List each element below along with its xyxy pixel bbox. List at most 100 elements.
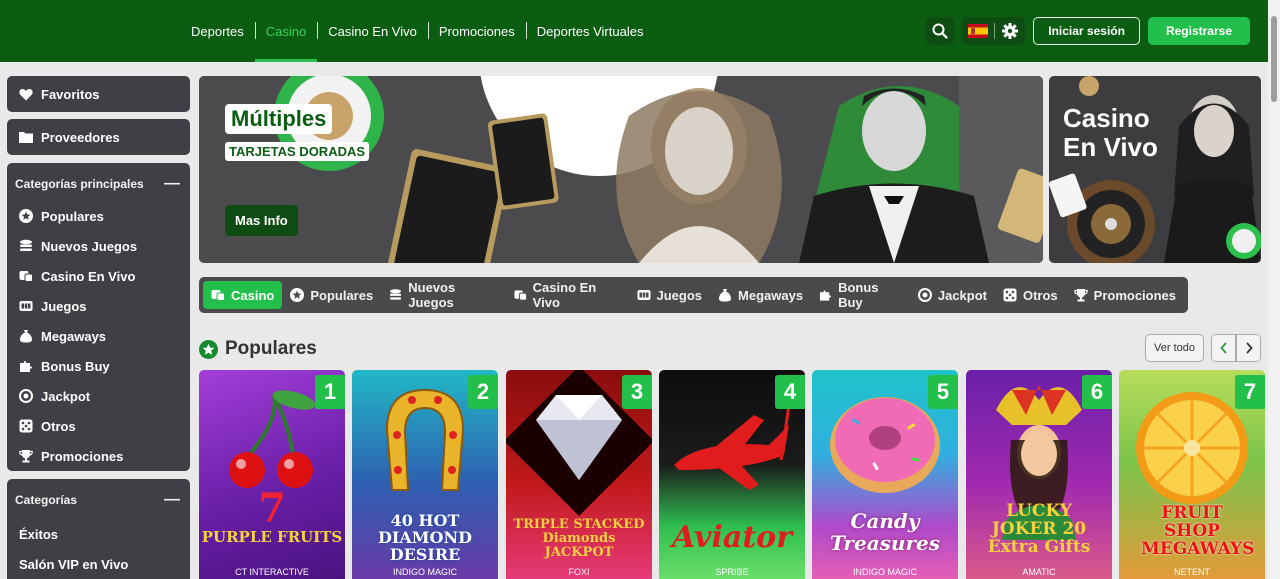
banner-subtitle: TARJETAS DORADAS: [225, 142, 370, 161]
tab-casino-en-vivo[interactable]: Casino En Vivo: [506, 280, 629, 310]
tab-jackpot[interactable]: Jackpot: [910, 281, 995, 309]
live-casino-icon: [514, 290, 527, 301]
jackpot-icon: [19, 389, 33, 403]
tab-juegos[interactable]: Juegos: [629, 281, 711, 309]
dice-icon: [19, 419, 33, 433]
prev-button[interactable]: [1211, 334, 1236, 362]
tab-nuevos-juegos[interactable]: Nuevos Juegos: [381, 280, 505, 310]
register-button[interactable]: Registrarse: [1147, 17, 1250, 45]
categories-header[interactable]: Categorías —: [7, 479, 190, 517]
live-casino-banner[interactable]: Casino En Vivo: [1049, 76, 1261, 263]
page-scrollbar[interactable]: [1268, 0, 1280, 579]
star-icon: [290, 288, 305, 302]
game-tile[interactable]: 7 PURPLE FRUITS 1 CT INTERACTIVE: [199, 370, 345, 579]
search-button[interactable]: [926, 17, 955, 45]
gear-icon[interactable]: [1001, 22, 1019, 40]
search-icon: [932, 23, 948, 39]
game-provider: NETENT: [1174, 567, 1210, 577]
main-nav: Deportes Casino Casino En Vivo Promocion…: [180, 0, 654, 62]
game-provider: SPRIBE: [715, 567, 749, 577]
providers-button[interactable]: Proveedores: [7, 119, 190, 155]
star-icon: [19, 209, 33, 223]
money-bag-icon: [719, 289, 732, 302]
svg-text:7: 7: [258, 485, 286, 532]
sidebar-item-populares[interactable]: Populares: [7, 201, 190, 231]
chevron-left-icon: [1219, 342, 1227, 354]
categories-title: Categorías: [15, 493, 78, 507]
rank-badge: 5: [928, 375, 958, 409]
sidebar-item-megaways[interactable]: Megaways: [7, 321, 190, 351]
sidebar-item-salon-vip[interactable]: Salón VIP en Vivo: [7, 549, 190, 579]
game-title: Aviator: [672, 520, 792, 555]
game-provider: INDIGO MAGIC: [392, 567, 457, 577]
sidebar-item-label: Megaways: [41, 328, 107, 344]
nav-deportes-virtuales[interactable]: Deportes Virtuales: [525, 0, 655, 62]
game-tile[interactable]: LUCKY JOKER 20 Extra Gifts 6 AMATIC: [966, 370, 1112, 579]
slot-machine-icon: [19, 301, 33, 311]
divider: [994, 23, 996, 39]
scrollbar-thumb[interactable]: [1271, 16, 1277, 102]
money-bag-icon: [20, 330, 32, 343]
game-tile[interactable]: Candy Treasures 5 INDIGO MAGIC: [812, 370, 958, 579]
tab-otros[interactable]: Otros: [995, 281, 1066, 309]
main-categories-header[interactable]: Categorías principales —: [7, 163, 190, 201]
more-info-button[interactable]: Mas Info: [225, 205, 298, 236]
sidebar-item-label: Nuevos Juegos: [41, 238, 138, 254]
sidebar-item-nuevos-juegos[interactable]: Nuevos Juegos: [7, 231, 190, 261]
view-all-button[interactable]: Ver todo: [1145, 334, 1204, 362]
rank-badge: 6: [1082, 375, 1112, 409]
login-button[interactable]: Iniciar sesión: [1033, 17, 1140, 45]
spain-flag-icon[interactable]: [968, 24, 989, 38]
sidebar-item-otros[interactable]: Otros: [7, 411, 190, 441]
game-title: PURPLE FRUITS: [201, 528, 343, 546]
game-title: TRIPLE STACKED Diamonds JACKPOT: [513, 517, 645, 560]
tab-promociones[interactable]: Promociones: [1066, 281, 1184, 309]
sidebar-item-bonus-buy[interactable]: Bonus Buy: [7, 351, 190, 381]
tab-megaways[interactable]: Megaways: [710, 281, 811, 309]
tab-label: Populares: [310, 287, 374, 303]
tab-casino[interactable]: Casino: [203, 281, 283, 309]
game-tile[interactable]: 40 HOT DIAMOND DESIRE 2 INDIGO MAGIC: [352, 370, 498, 579]
sidebar-item-exitos[interactable]: Éxitos: [7, 519, 190, 549]
tab-label: Nuevos Juegos: [408, 280, 456, 310]
main-categories-title: Categorías principales: [15, 177, 144, 191]
sidebar-item-promociones[interactable]: Promociones: [7, 441, 190, 471]
tab-label: Bonus Buy: [838, 280, 879, 310]
collapse-icon[interactable]: —: [164, 491, 180, 509]
tab-populares[interactable]: Populares: [282, 281, 381, 309]
trophy-icon: [1073, 289, 1088, 302]
providers-label: Proveedores: [41, 129, 120, 145]
game-provider: CT INTERACTIVE: [235, 567, 309, 577]
game-title: FRUIT SHOP MEGAWAYS: [1141, 503, 1255, 559]
sidebar-item-jackpot[interactable]: Jackpot: [7, 381, 190, 411]
nav-casino-en-vivo[interactable]: Casino En Vivo: [317, 0, 428, 62]
sidebar-item-juegos[interactable]: Juegos: [7, 291, 190, 321]
nav-promociones[interactable]: Promociones: [427, 0, 526, 62]
promo-banner[interactable]: Múltiples TARJETAS DORADAS Mas Info: [199, 76, 1043, 263]
tab-bonus-buy[interactable]: Bonus Buy: [811, 280, 910, 310]
sidebar-item-label: Casino En Vivo: [41, 268, 136, 284]
coins-icon: [20, 239, 32, 251]
nav-deportes[interactable]: Deportes: [180, 0, 255, 62]
tab-label: Jackpot: [937, 287, 987, 303]
coins-icon: [390, 289, 402, 300]
live-casino-title-line2: En Vivo: [1063, 132, 1158, 162]
game-provider: AMATIC: [1022, 567, 1056, 577]
next-button[interactable]: [1236, 334, 1261, 362]
nav-casino[interactable]: Casino: [254, 0, 318, 62]
sidebar-item-label: Promociones: [41, 448, 124, 464]
game-tile[interactable]: Aviator 4 SPRIBE: [659, 370, 805, 579]
game-tile[interactable]: FRUIT SHOP MEGAWAYS 7 NETENT: [1119, 370, 1265, 579]
folder-icon: [19, 132, 33, 143]
puzzle-icon: [819, 290, 832, 301]
game-title: 40 HOT DIAMOND DESIRE: [378, 511, 472, 564]
categories-panel: Categorías — Éxitos Salón VIP en Vivo: [7, 479, 190, 579]
sidebar-item-casino-en-vivo[interactable]: Casino En Vivo: [7, 261, 190, 291]
game-tile[interactable]: TRIPLE STACKED Diamonds JACKPOT 3 FOXI: [506, 370, 652, 579]
collapse-icon[interactable]: —: [164, 175, 180, 193]
sidebar-item-label: Populares: [41, 208, 104, 224]
sidebar-item-label: Otros: [41, 418, 76, 434]
favorites-button[interactable]: Favoritos: [7, 76, 190, 112]
tab-label: Megaways: [738, 287, 804, 303]
tab-label: Casino: [231, 287, 275, 303]
